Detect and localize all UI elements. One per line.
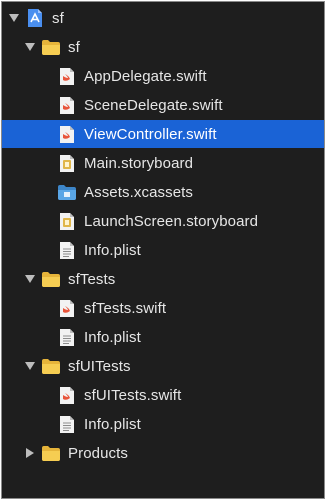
file-label: AppDelegate.swift xyxy=(84,67,207,85)
plist-file-icon xyxy=(58,241,76,259)
folder-icon xyxy=(42,444,60,462)
file-row-main-storyboard[interactable]: Main.storyboard xyxy=(2,149,324,177)
project-label: sf xyxy=(52,9,64,27)
group-row-sfuitests[interactable]: sfUITests xyxy=(2,352,324,380)
project-navigator: sf sf AppDelegate.swift SceneDelegate.sw… xyxy=(1,1,325,499)
disclosure-closed-icon[interactable] xyxy=(24,447,36,459)
group-label: sf xyxy=(68,38,80,56)
folder-icon xyxy=(42,270,60,288)
file-row-sfuitests-plist[interactable]: Info.plist xyxy=(2,410,324,438)
swift-file-icon xyxy=(58,299,76,317)
swift-file-icon xyxy=(58,386,76,404)
file-row-info-plist[interactable]: Info.plist xyxy=(2,236,324,264)
file-label: Main.storyboard xyxy=(84,154,194,172)
storyboard-file-icon xyxy=(58,154,76,172)
file-label: Info.plist xyxy=(84,241,141,259)
file-row-scene-delegate[interactable]: SceneDelegate.swift xyxy=(2,91,324,119)
xcode-project-icon xyxy=(26,9,44,27)
group-label: sfTests xyxy=(68,270,116,288)
disclosure-open-icon[interactable] xyxy=(8,12,20,24)
file-row-sfuitests-swift[interactable]: sfUITests.swift xyxy=(2,381,324,409)
file-label: Info.plist xyxy=(84,328,141,346)
file-row-sftests-plist[interactable]: Info.plist xyxy=(2,323,324,351)
folder-icon xyxy=(42,357,60,375)
storyboard-file-icon xyxy=(58,212,76,230)
swift-file-icon xyxy=(58,96,76,114)
file-row-view-controller[interactable]: ViewController.swift xyxy=(2,120,324,148)
group-row-products[interactable]: Products xyxy=(2,439,324,467)
plist-file-icon xyxy=(58,328,76,346)
group-row-sftests[interactable]: sfTests xyxy=(2,265,324,293)
file-label: SceneDelegate.swift xyxy=(84,96,223,114)
file-row-assets[interactable]: Assets.xcassets xyxy=(2,178,324,206)
project-row[interactable]: sf xyxy=(2,4,324,32)
file-label: LaunchScreen.storyboard xyxy=(84,212,259,230)
plist-file-icon xyxy=(58,415,76,433)
group-row-sf[interactable]: sf xyxy=(2,33,324,61)
file-label: sfTests.swift xyxy=(84,299,167,317)
file-row-sftests-swift[interactable]: sfTests.swift xyxy=(2,294,324,322)
file-row-app-delegate[interactable]: AppDelegate.swift xyxy=(2,62,324,90)
asset-catalog-icon xyxy=(58,183,76,201)
file-row-launch-screen[interactable]: LaunchScreen.storyboard xyxy=(2,207,324,235)
folder-icon xyxy=(42,38,60,56)
group-label: Products xyxy=(68,444,128,462)
swift-file-icon xyxy=(58,67,76,85)
group-label: sfUITests xyxy=(68,357,131,375)
disclosure-open-icon[interactable] xyxy=(24,360,36,372)
file-label: Info.plist xyxy=(84,415,141,433)
disclosure-open-icon[interactable] xyxy=(24,273,36,285)
file-label: Assets.xcassets xyxy=(84,183,194,201)
swift-file-icon xyxy=(58,125,76,143)
disclosure-open-icon[interactable] xyxy=(24,41,36,53)
file-label: sfUITests.swift xyxy=(84,386,182,404)
file-label: ViewController.swift xyxy=(84,125,217,143)
